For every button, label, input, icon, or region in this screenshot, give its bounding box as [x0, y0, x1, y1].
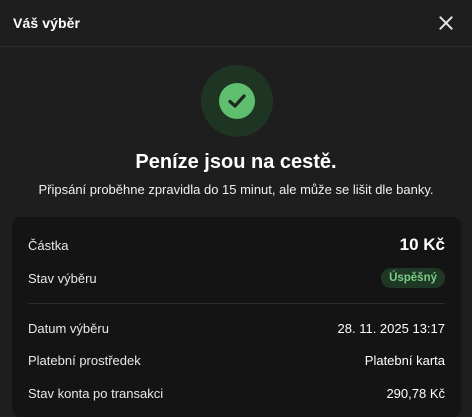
close-icon[interactable] — [436, 13, 456, 33]
balance-row: Stav konta po transakci 290,78 Kč — [28, 383, 445, 403]
balance-value: 290,78 Kč — [386, 385, 445, 401]
status-subline: Připsání proběhne zpravidla do 15 minut,… — [38, 182, 434, 197]
method-row: Platební prostředek Platební karta — [28, 350, 445, 370]
divider — [28, 303, 445, 304]
status-headline: Peníze jsou na cestě. — [135, 151, 337, 173]
date-label: Datum výběru — [28, 320, 109, 336]
amount-value: 10 Kč — [399, 235, 445, 254]
success-badge — [219, 83, 255, 119]
date-value: 28. 11. 2025 13:17 — [337, 320, 445, 336]
success-indicator — [201, 65, 273, 137]
status-badge: Úspěšný — [381, 268, 445, 288]
modal-title: Váš výběr — [13, 15, 81, 31]
date-row: Datum výběru 28. 11. 2025 13:17 — [28, 318, 445, 338]
status-row: Stav výběru Úspěšný — [28, 266, 445, 290]
checkmark-icon — [228, 94, 246, 108]
modal-header: Váš výběr — [0, 0, 472, 47]
balance-label: Stav konta po transakci — [28, 385, 164, 401]
amount-row: Částka 10 Kč — [28, 231, 445, 259]
status-label: Stav výběru — [28, 270, 97, 286]
method-value: Platební karta — [364, 352, 445, 368]
amount-label: Částka — [28, 237, 69, 253]
withdrawal-details-card: Částka 10 Kč Stav výběru Úspěšný Datum v… — [12, 217, 461, 417]
method-label: Platební prostředek — [28, 352, 141, 368]
